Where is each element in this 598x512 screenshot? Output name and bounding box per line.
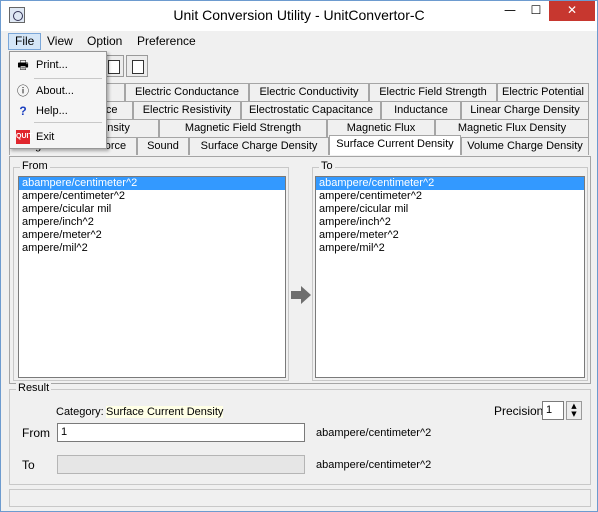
- menu-preference[interactable]: Preference: [131, 33, 202, 50]
- to-list-item[interactable]: ampere/meter^2: [316, 229, 584, 242]
- to-list-item[interactable]: ampere/mil^2: [316, 242, 584, 255]
- to-list-item[interactable]: ampere/cicular mil: [316, 203, 584, 216]
- menu-exit[interactable]: QUIT Exit: [12, 126, 105, 148]
- menu-print-label: Print...: [36, 59, 68, 71]
- precision-input[interactable]: 1: [542, 401, 564, 420]
- menu-separator: [34, 78, 102, 79]
- tab-electric-field-strength[interactable]: Electric Field Strength: [369, 83, 497, 101]
- tab-sound[interactable]: Sound: [137, 137, 189, 155]
- tab-inductance[interactable]: Inductance: [381, 101, 461, 119]
- to-group-label: To: [319, 160, 335, 172]
- category-label: Category:: [56, 406, 104, 418]
- help-icon: ?: [19, 104, 27, 118]
- from-group: From abampere/centimeter^2 ampere/centim…: [13, 160, 289, 381]
- from-unit-list[interactable]: abampere/centimeter^2 ampere/centimeter^…: [18, 176, 286, 378]
- from-list-item[interactable]: abampere/centimeter^2: [19, 177, 285, 190]
- exit-icon: QUIT: [16, 130, 33, 144]
- result-from-label: From: [22, 426, 50, 440]
- result-group-label: Result: [16, 382, 52, 394]
- menu-help[interactable]: ? Help...: [12, 100, 105, 122]
- precision-label: Precision: [494, 404, 544, 418]
- tab-volume-charge-density[interactable]: Volume Charge Density: [461, 137, 589, 155]
- from-value-input[interactable]: 1: [57, 423, 305, 442]
- from-list-item[interactable]: ampere/inch^2: [19, 216, 285, 229]
- to-list-item[interactable]: ampere/centimeter^2: [316, 190, 584, 203]
- menu-about[interactable]: ⓘ About...: [12, 80, 105, 102]
- from-group-label: From: [20, 160, 50, 172]
- result-to-label: To: [22, 458, 35, 472]
- result-group: Result Category: Surface Current Density…: [9, 382, 591, 485]
- spin-up-icon[interactable]: ▲: [567, 402, 581, 410]
- from-unit-label: abampere/centimeter^2: [316, 427, 432, 439]
- tab-surface-charge-density[interactable]: Surface Charge Density: [189, 137, 329, 155]
- file-menu-dropdown: 🖶 Print... ⓘ About... ? Help... QUIT Exi…: [9, 51, 107, 149]
- tab-electric-conductivity[interactable]: Electric Conductivity: [249, 83, 369, 101]
- tab-electric-conductance[interactable]: Electric Conductance: [125, 83, 249, 101]
- tab-electrostatic-capacitance[interactable]: Electrostatic Capacitance: [241, 101, 381, 119]
- to-unit-list[interactable]: abampere/centimeter^2 ampere/centimeter^…: [315, 176, 585, 378]
- about-icon: ⓘ: [16, 84, 29, 98]
- close-button[interactable]: ✕: [549, 1, 595, 21]
- menu-option[interactable]: Option: [81, 33, 128, 50]
- status-bar: [9, 489, 591, 507]
- title-bar[interactable]: Unit Conversion Utility - UnitConvertor-…: [1, 1, 597, 31]
- menu-exit-label: Exit: [36, 131, 55, 143]
- convert-arrow-icon[interactable]: [290, 285, 312, 305]
- from-list-item[interactable]: ampere/cicular mil: [19, 203, 285, 216]
- to-list-item[interactable]: abampere/centimeter^2: [316, 177, 584, 190]
- menu-bar: File View Option Preference: [1, 31, 597, 51]
- menu-about-label: About...: [36, 85, 74, 97]
- toolbar-copy-button[interactable]: [126, 55, 148, 77]
- tab-magnetic-field-strength[interactable]: Magnetic Field Strength: [159, 119, 327, 137]
- to-group: To abampere/centimeter^2 ampere/centimet…: [312, 160, 588, 381]
- menu-help-label: Help...: [36, 105, 68, 117]
- category-value: Surface Current Density: [106, 406, 224, 418]
- from-list-item[interactable]: ampere/centimeter^2: [19, 190, 285, 203]
- printer-icon: 🖶: [17, 58, 29, 72]
- tab-electric-resistivity[interactable]: Electric Resistivity: [133, 101, 241, 119]
- tab-surface-current-density[interactable]: Surface Current Density: [329, 135, 461, 155]
- menu-print[interactable]: 🖶 Print...: [12, 54, 105, 76]
- app-window: Unit Conversion Utility - UnitConvertor-…: [0, 0, 598, 512]
- spin-down-icon[interactable]: ▼: [567, 410, 581, 418]
- maximize-button[interactable]: ☐: [523, 1, 549, 21]
- tab-electric-potential[interactable]: Electric Potential: [497, 83, 589, 101]
- to-unit-label: abampere/centimeter^2: [316, 459, 432, 471]
- to-list-item[interactable]: ampere/inch^2: [316, 216, 584, 229]
- menu-file[interactable]: File: [8, 33, 42, 50]
- tab-linear-charge-density[interactable]: Linear Charge Density: [461, 101, 589, 119]
- minimize-button[interactable]: —: [497, 1, 523, 21]
- precision-spinner[interactable]: ▲ ▼: [566, 401, 582, 420]
- to-value-output: [57, 455, 305, 474]
- conversion-panel: From abampere/centimeter^2 ampere/centim…: [9, 156, 591, 384]
- menu-separator: [34, 122, 102, 123]
- from-list-item[interactable]: ampere/meter^2: [19, 229, 285, 242]
- from-list-item[interactable]: ampere/mil^2: [19, 242, 285, 255]
- menu-view[interactable]: View: [41, 33, 79, 50]
